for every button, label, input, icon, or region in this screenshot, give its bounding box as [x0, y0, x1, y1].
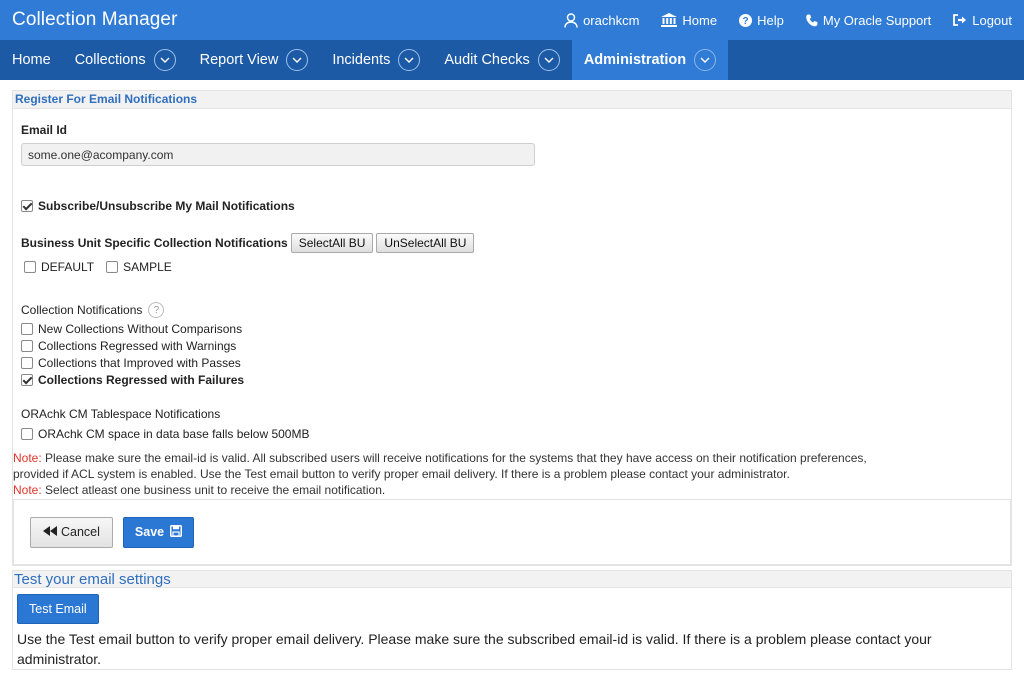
tablespace-label: ORAchk CM Tablespace Notifications: [21, 407, 221, 421]
logout-link[interactable]: Logout: [953, 13, 1012, 28]
collection-option-label: Collections Regressed with Warnings: [38, 338, 237, 353]
phone-icon: [806, 14, 818, 27]
nav-collections[interactable]: Collections: [63, 40, 188, 80]
bu-sample-checkbox[interactable]: [106, 260, 119, 273]
note-label: Note:: [13, 451, 42, 465]
svg-text:?: ?: [743, 16, 749, 27]
email-field[interactable]: [21, 143, 535, 166]
top-links: orachkcm Home ? Help My Oracle Support L…: [542, 13, 1012, 28]
nav-report-view[interactable]: Report View: [188, 40, 321, 80]
register-panel-title: Register For Email Notifications: [13, 91, 1011, 109]
list-item: ORAchk CM space in data base falls below…: [21, 425, 1003, 442]
oracle-support-link[interactable]: My Oracle Support: [806, 13, 931, 28]
bu-default-label: DEFAULT: [41, 259, 95, 274]
test-section-body: Test Email Use the Test email button to …: [12, 588, 1012, 670]
bu-option-default: DEFAULT: [24, 258, 94, 275]
content-area: Register For Email Notifications Email I…: [0, 80, 1024, 670]
chevron-down-icon[interactable]: [398, 49, 421, 71]
collection-option-checkbox[interactable]: [21, 339, 33, 352]
register-panel: Register For Email Notifications Email I…: [12, 90, 1012, 566]
help-link-label: Help: [757, 12, 784, 28]
user-icon: [564, 12, 578, 28]
test-section-title: Test your email settings: [12, 570, 1012, 588]
list-item: Collections Regressed with Warnings: [21, 337, 1003, 354]
home-link[interactable]: Home: [661, 13, 717, 28]
email-label: Email Id: [21, 123, 68, 137]
list-item: Collections Regressed with Failures: [21, 371, 1003, 388]
list-item: New Collections Without Comparisons: [21, 320, 1003, 337]
nav-incidents[interactable]: Incidents: [320, 40, 432, 80]
note-line-1: Note: Please make sure the email-id is v…: [13, 450, 1011, 466]
bu-default-checkbox[interactable]: [24, 260, 36, 273]
bu-label: Business Unit Specific Collection Notifi…: [21, 236, 288, 250]
user-link-label: orachkcm: [583, 12, 640, 28]
floppy-disk-icon: [170, 524, 183, 540]
collection-option-checkbox[interactable]: [21, 356, 33, 369]
nav-report-view-label: Report View: [199, 52, 279, 68]
institution-icon: [661, 13, 678, 27]
chevron-down-icon[interactable]: [286, 49, 309, 71]
chevron-down-icon[interactable]: [694, 49, 717, 71]
help-icon[interactable]: ?: [148, 302, 165, 318]
chevron-down-icon[interactable]: [537, 49, 560, 71]
nav-home[interactable]: Home: [0, 40, 63, 80]
form-button-bar: Cancel Save: [13, 499, 1011, 565]
unselect-all-bu-button[interactable]: UnSelectAll BU: [376, 233, 475, 253]
chevron-down-icon[interactable]: [153, 49, 176, 71]
collection-option-label: Collections that Improved with Passes: [38, 355, 241, 370]
tablespace-option-checkbox[interactable]: [21, 427, 33, 440]
main-nav: Home Collections Report View Incidents A…: [0, 40, 1024, 80]
nav-incidents-label: Incidents: [332, 52, 391, 68]
collection-options: New Collections Without Comparisons Coll…: [21, 320, 1003, 388]
rewind-icon: [43, 525, 57, 539]
subscribe-row: Subscribe/Unsubscribe My Mail Notificati…: [21, 197, 1003, 214]
nav-audit-checks[interactable]: Audit Checks: [432, 40, 571, 80]
save-button[interactable]: Save: [122, 516, 195, 548]
register-panel-body: Email Id Subscribe/Unsubscribe My Mail N…: [13, 123, 1011, 442]
test-email-button[interactable]: Test Email: [17, 594, 99, 624]
note-block: Note: Please make sure the email-id is v…: [13, 450, 1011, 498]
bu-option-sample: SAMPLE: [106, 258, 172, 275]
collection-notif-label: Collection Notifications: [21, 303, 143, 317]
collection-option-checkbox[interactable]: [21, 373, 33, 386]
collection-notif-heading: Collection Notifications ?: [21, 302, 1003, 318]
app-title: Collection Manager: [12, 9, 178, 30]
subscribe-label: Subscribe/Unsubscribe My Mail Notificati…: [38, 198, 295, 213]
note-line-3: Note: Select atleast one business unit t…: [13, 482, 1011, 498]
nav-audit-checks-label: Audit Checks: [444, 52, 530, 68]
home-link-label: Home: [682, 12, 718, 28]
note-label: Note:: [13, 483, 42, 497]
list-item: Collections that Improved with Passes: [21, 354, 1003, 371]
save-button-label: Save: [134, 525, 165, 539]
bu-row: Business Unit Specific Collection Notifi…: [21, 233, 1003, 253]
nav-collections-label: Collections: [74, 52, 146, 68]
logout-link-label: Logout: [972, 12, 1012, 28]
collection-option-label: New Collections Without Comparisons: [38, 321, 243, 336]
cancel-button[interactable]: Cancel: [30, 516, 113, 548]
question-circle-icon: ?: [739, 13, 753, 27]
nav-administration-label: Administration: [583, 52, 687, 68]
top-bar: Collection Manager orachkcm Home ? Help …: [0, 0, 1024, 40]
nav-administration[interactable]: Administration: [571, 40, 729, 80]
note-text-1: Please make sure the email-id is valid. …: [41, 451, 867, 465]
cancel-button-label: Cancel: [61, 525, 100, 539]
oracle-support-link-label: My Oracle Support: [822, 12, 932, 28]
test-section: Test your email settings Test Email Use …: [12, 570, 1012, 670]
tablespace-option-label: ORAchk CM space in data base falls below…: [38, 426, 310, 441]
bu-sample-label: SAMPLE: [123, 259, 172, 274]
note-text-2: Select atleast one business unit to rece…: [41, 483, 386, 497]
test-description: Use the Test email button to verify prop…: [17, 631, 932, 667]
nav-home-label: Home: [12, 52, 51, 68]
collection-option-label: Collections Regressed with Failures: [38, 372, 245, 387]
note-line-2: provided if ACL system is enabled. Use t…: [13, 467, 790, 481]
subscribe-checkbox[interactable]: [21, 199, 33, 212]
sign-out-icon: [953, 14, 967, 26]
help-link[interactable]: ? Help: [739, 13, 784, 28]
select-all-bu-button[interactable]: SelectAll BU: [290, 233, 374, 253]
collection-option-checkbox[interactable]: [21, 322, 33, 335]
bu-options: DEFAULT SAMPLE: [21, 258, 1003, 275]
user-link[interactable]: orachkcm: [564, 13, 639, 28]
